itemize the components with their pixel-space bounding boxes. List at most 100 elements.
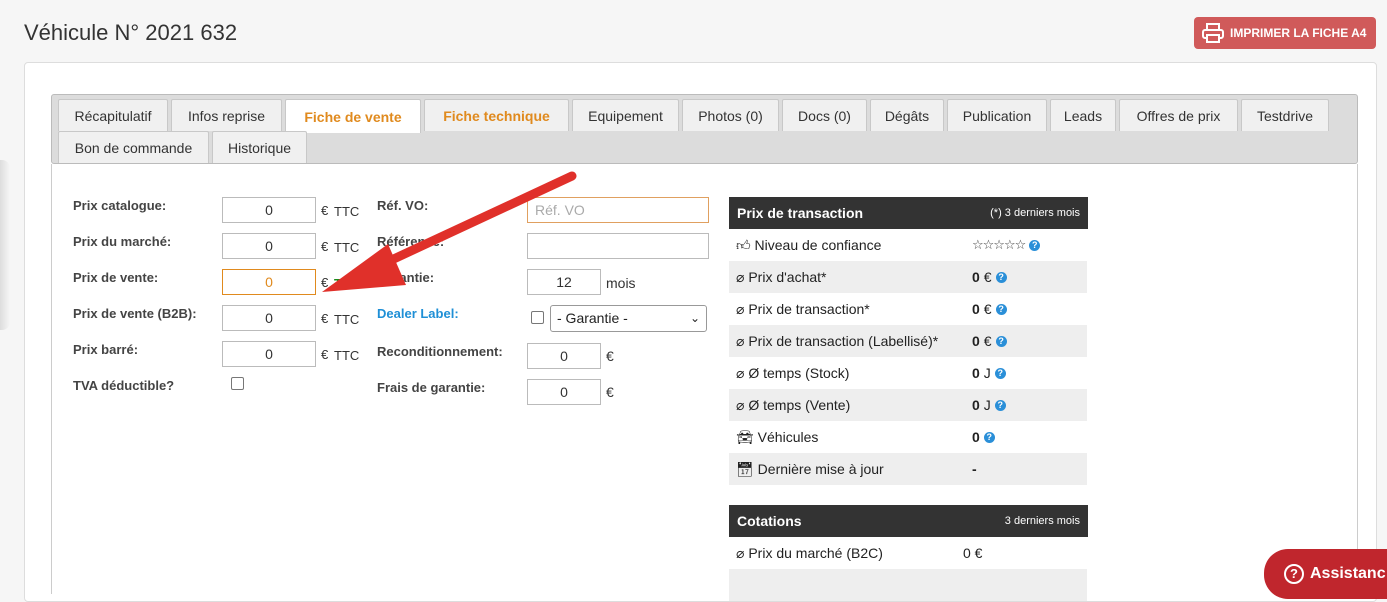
row-value: 0	[972, 301, 980, 317]
prix-vente-b2b-unit-ttc: TTC	[334, 312, 360, 327]
tab-historique[interactable]: Historique	[212, 131, 307, 163]
garantie-unit: mois	[606, 275, 636, 291]
row-name: Véhicules	[757, 428, 819, 445]
frais-garantie-unit: €	[606, 384, 614, 400]
row-value: 0	[972, 397, 980, 413]
prix-catalogue-unit-ttc: TTC	[334, 204, 360, 219]
help-icon[interactable]: ?	[983, 431, 995, 443]
tva-deductible-label: TVA déductible?	[73, 378, 175, 393]
row-name: Ø temps (Stock)	[748, 364, 850, 381]
reconditionnement-unit: €	[606, 348, 614, 364]
tab-publication[interactable]: Publication	[947, 99, 1047, 131]
chevron-down-icon: ⌄	[689, 311, 700, 325]
help-icon[interactable]: ?	[1029, 239, 1041, 251]
row-unit: J	[983, 365, 991, 381]
row-name: Niveau de confiance	[754, 236, 882, 253]
row-name: Prix d'achat*	[748, 268, 827, 285]
prix-barre-input[interactable]: 0	[222, 341, 316, 367]
frais-garantie-input[interactable]: 0	[527, 379, 601, 405]
row-value: -	[972, 461, 977, 477]
frais-garantie-label: Frais de garantie:	[377, 380, 486, 395]
tab-fiche-technique[interactable]: Fiche technique	[424, 99, 569, 131]
tva-deductible-checkbox[interactable]	[231, 377, 244, 390]
row-derniere-maj: 📅︎ Dernière mise à jour -	[729, 453, 1087, 485]
row-unit: €	[983, 301, 992, 317]
tab-docs[interactable]: Docs (0)	[782, 99, 867, 131]
dealer-label-select-value: - Garantie -	[557, 310, 628, 326]
row-value: 0	[972, 365, 980, 381]
dealer-label-checkbox[interactable]	[531, 311, 544, 324]
row-niveau-confiance: 👍︎ Niveau de confiance ☆☆☆☆☆ ?	[729, 229, 1087, 261]
left-edge-shadow	[0, 160, 10, 330]
ref-vo-input[interactable]: Réf. VO	[527, 197, 709, 223]
tab-equipement[interactable]: Equipement	[572, 99, 679, 131]
calendar-check-icon: 📅︎	[736, 460, 754, 477]
tab-fiche-de-vente[interactable]: Fiche de vente	[285, 99, 421, 133]
row-prix-marche-b2c: ⌀ Prix du marché (B2C) 0 €	[729, 537, 1087, 569]
row-name: Dernière mise à jour	[757, 460, 884, 477]
tab-testdrive[interactable]: Testdrive	[1241, 99, 1329, 131]
help-icon[interactable]: ?	[995, 303, 1007, 315]
prix-vente-b2b-unit-eur: €	[321, 311, 329, 326]
prix-catalogue-input[interactable]: 0	[222, 197, 316, 223]
tab-bon-de-commande[interactable]: Bon de commande	[58, 131, 209, 163]
confidence-stars: ☆☆☆☆☆	[972, 237, 1026, 252]
diameter-icon: ⌀	[736, 396, 745, 413]
reference-input[interactable]	[527, 233, 709, 259]
row-vehicules: 🚘︎ Véhicules 0?	[729, 421, 1087, 453]
row-value: 0 €	[963, 545, 983, 561]
tab-degats[interactable]: Dégâts	[870, 99, 944, 131]
print-sheet-label: IMPRIMER LA FICHE A4	[1230, 26, 1367, 40]
help-icon[interactable]: ?	[995, 335, 1007, 347]
help-icon[interactable]: ?	[995, 271, 1007, 283]
car-icon: 🚘︎	[736, 428, 754, 445]
tab-infos-reprise[interactable]: Infos reprise	[171, 99, 282, 131]
prix-barre-unit-eur: €	[321, 347, 329, 362]
row-value: 0	[972, 333, 980, 349]
row-name: Prix de transaction (Labellisé)*	[748, 332, 939, 349]
tab-recapitulatif[interactable]: Récapitulatif	[58, 99, 168, 131]
row-prix-transaction-labellise: ⌀ Prix de transaction (Labellisé)* 0 €?	[729, 325, 1087, 357]
row-value: 0	[972, 269, 980, 285]
help-circle-icon: ?	[1284, 564, 1304, 584]
page-title: Véhicule N° 2021 632	[24, 20, 238, 45]
garantie-label: Garantie:	[377, 270, 435, 285]
row-unit: €	[983, 333, 992, 349]
printer-icon	[1202, 23, 1224, 43]
transaction-panel-title: Prix de transaction	[737, 205, 864, 221]
row-name: Prix du marché (B2C)	[748, 544, 883, 561]
print-sheet-button[interactable]: IMPRIMER LA FICHE A4	[1194, 17, 1376, 49]
tab-offres-de-prix[interactable]: Offres de prix	[1119, 99, 1238, 131]
row-temps-vente: ⌀ Ø temps (Vente) 0 J?	[729, 389, 1087, 421]
transaction-panel-subtitle: (*) 3 derniers mois	[990, 207, 1080, 219]
prix-marche-input[interactable]: 0	[222, 233, 316, 259]
transaction-panel-header: Prix de transaction (*) 3 derniers mois	[729, 197, 1088, 229]
row-prix-marche-b2b-partial	[729, 569, 1087, 601]
prix-vente-b2b-input[interactable]: 0	[222, 305, 316, 331]
prix-catalogue-label: Prix catalogue:	[73, 198, 167, 213]
row-name: Prix de transaction*	[748, 300, 870, 317]
tab-content	[51, 164, 1358, 594]
diameter-icon: ⌀	[736, 544, 745, 561]
tab-leads[interactable]: Leads	[1050, 99, 1116, 131]
tab-photos[interactable]: Photos (0)	[682, 99, 779, 131]
row-name: Ø temps (Vente)	[748, 396, 851, 413]
help-icon[interactable]: ?	[994, 399, 1006, 411]
prix-vente-unit-ttc: TTC	[334, 276, 360, 291]
row-value: 0	[972, 429, 980, 445]
prix-marche-unit-ttc: TTC	[334, 240, 360, 255]
dealer-label-label: Dealer Label:	[377, 306, 459, 321]
ref-vo-label: Réf. VO:	[377, 198, 429, 213]
garantie-input[interactable]: 12	[527, 269, 601, 295]
dealer-label-select[interactable]: - Garantie - ⌄	[550, 305, 707, 332]
diameter-icon: ⌀	[736, 268, 745, 285]
cotations-panel-title: Cotations	[737, 513, 802, 529]
cotations-panel-header: Cotations 3 derniers mois	[729, 505, 1088, 537]
reconditionnement-input[interactable]: 0	[527, 343, 601, 369]
prix-vente-input[interactable]: 0	[222, 269, 316, 295]
assistance-button[interactable]: ? Assistanc	[1264, 549, 1387, 599]
prix-vente-b2b-label: Prix de vente (B2B):	[73, 306, 197, 321]
help-icon[interactable]: ?	[994, 367, 1006, 379]
row-unit: J	[983, 397, 991, 413]
prix-catalogue-unit-eur: €	[321, 203, 329, 218]
